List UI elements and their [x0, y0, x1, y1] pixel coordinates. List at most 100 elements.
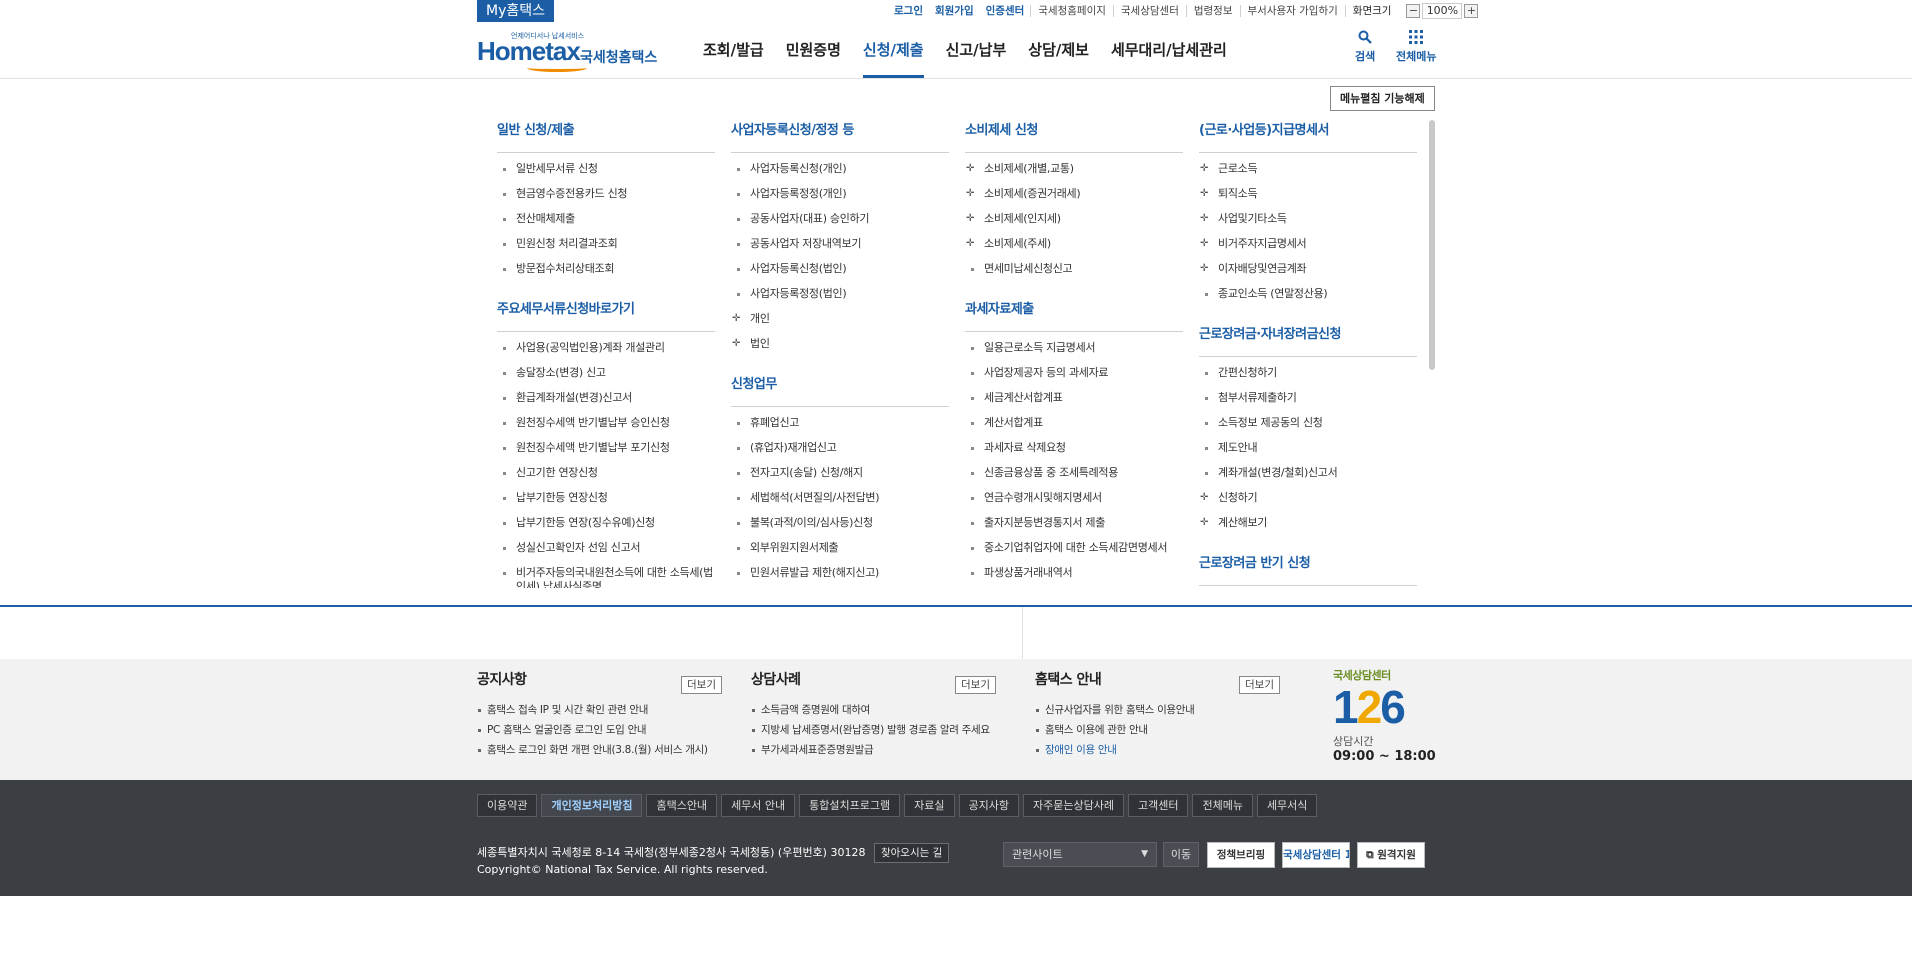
consult-case-item[interactable]: 부가세과세표준증명원발급: [751, 740, 996, 760]
menu-item[interactable]: 원천징수세액 반기별납부 승인신청: [497, 414, 715, 439]
menu-item[interactable]: 외부위원지원서제출: [731, 539, 949, 564]
call-center-banner[interactable]: 국세상담센터 126 상담시간 09:00 ~ 18:00: [1333, 667, 1443, 777]
footer-link-terms[interactable]: 이용약관: [477, 794, 538, 817]
menu-item[interactable]: 면세미납세신청신고: [965, 260, 1183, 285]
menu-section-title[interactable]: 과세자료제출: [965, 299, 1183, 332]
footer-link-privacy[interactable]: 개인정보처리방침: [541, 794, 643, 817]
law-info-link[interactable]: 법령정보: [1185, 5, 1240, 17]
menu-section-title[interactable]: 사업자등록신청/정정 등: [731, 120, 949, 153]
menu-item[interactable]: (휴업자)재개업신고: [731, 439, 949, 464]
search-button[interactable]: 검색: [1355, 30, 1375, 64]
menu-expand-item[interactable]: 소비제세(개별,교통): [965, 160, 1183, 185]
related-site-select[interactable]: 관련사이트 ▼: [1003, 842, 1157, 867]
mega-menu-scroll-area[interactable]: 일반 신청/제출 일반세무서류 신청 현금영수증전용카드 신청 전산매체제출 민…: [477, 120, 1438, 588]
menu-item[interactable]: 계좌개설(변경/철회)신고서: [1199, 464, 1417, 489]
notice-more-button[interactable]: 더보기: [681, 676, 722, 694]
menu-expand-item[interactable]: 법인: [731, 335, 949, 360]
menu-item[interactable]: 송달장소(변경) 신고: [497, 364, 715, 389]
footer-link-installer[interactable]: 통합설치프로그램: [799, 794, 901, 817]
menu-expand-item[interactable]: 이자배당및연금계좌: [1199, 260, 1417, 285]
menu-item[interactable]: 현금영수증전용카드 신청: [497, 185, 715, 210]
menu-item[interactable]: 세금계산서합계표: [965, 389, 1183, 414]
menu-expand-item[interactable]: 비거주자지급명세서: [1199, 235, 1417, 260]
menu-expand-item[interactable]: 사업및기타소득: [1199, 210, 1417, 235]
menu-item[interactable]: 신종금융상품 중 조세특례적용: [965, 464, 1183, 489]
hometax-guide-item[interactable]: 홈택스 이용에 관한 안내: [1035, 720, 1280, 740]
menu-expand-item[interactable]: 소비제세(주세): [965, 235, 1183, 260]
menu-section-title[interactable]: 소비제세 신청: [965, 120, 1183, 153]
nav-apply-submit[interactable]: 신청/제출: [852, 22, 935, 78]
menu-item[interactable]: 전산매체제출: [497, 210, 715, 235]
menu-item[interactable]: 방문접수처리상태조회: [497, 260, 715, 285]
menu-item[interactable]: 출자지분등변경통지서 제출: [965, 514, 1183, 539]
menu-item[interactable]: 사업자등록정정(개인): [731, 185, 949, 210]
remote-support-banner[interactable]: ⧉ 원격지원: [1357, 842, 1425, 868]
menu-item[interactable]: 전자고지(송달) 신청/해지: [731, 464, 949, 489]
nts-home-link[interactable]: 국세청홈페이지: [1030, 5, 1113, 17]
signup-link[interactable]: 회원가입: [929, 5, 980, 17]
cert-center-link[interactable]: 인증센터: [980, 5, 1031, 17]
menu-section-title[interactable]: 일반 신청/제출: [497, 120, 715, 153]
consult-case-item[interactable]: 소득금액 증명원에 대하여: [751, 700, 996, 720]
menu-section-title[interactable]: 근로장려금 반기 신청: [1199, 553, 1417, 586]
menu-item[interactable]: 공동사업자 저장내역보기: [731, 235, 949, 260]
footer-link-notices[interactable]: 공지사항: [958, 794, 1019, 817]
menu-item[interactable]: 휴폐업신고: [731, 414, 949, 439]
menu-item[interactable]: 사업자등록신청(개인): [731, 160, 949, 185]
menu-item[interactable]: 간편신청하기: [1199, 364, 1417, 389]
menu-item[interactable]: 비거주자등의국내원천소득에 대한 소득세(법인세) 납세사실증명: [497, 564, 715, 588]
menu-item[interactable]: 불복(과적/이의/심사등)신청: [731, 514, 949, 539]
policy-briefing-banner[interactable]: 정책브리핑: [1207, 842, 1275, 868]
menu-item[interactable]: 사업자등록정정(법인): [731, 285, 949, 310]
menu-item[interactable]: 사업용(공익법인용)계좌 개설관리: [497, 339, 715, 364]
scrollbar-thumb[interactable]: [1429, 120, 1435, 370]
menu-section-title[interactable]: 주요세무서류신청바로가기: [497, 299, 715, 332]
menu-item[interactable]: 종교인소득 (연말정산용): [1199, 285, 1417, 310]
menu-item[interactable]: 일용근로소득 지급명세서: [965, 339, 1183, 364]
menu-section-title[interactable]: 근로장려금·자녀장려금신청: [1199, 324, 1417, 357]
consult-case-more-button[interactable]: 더보기: [955, 676, 996, 694]
menu-expand-item[interactable]: 신청하기: [1199, 489, 1417, 514]
menu-item[interactable]: 성실신고확인자 선임 신고서: [497, 539, 715, 564]
menu-expand-item[interactable]: 소비제세(증권거래세): [965, 185, 1183, 210]
footer-link-customer-center[interactable]: 고객센터: [1127, 794, 1189, 817]
nav-report-pay[interactable]: 신고/납부: [935, 22, 1018, 78]
menu-item[interactable]: 과세자료 삭제요청: [965, 439, 1183, 464]
menu-item[interactable]: 공동사업자(대표) 승인하기: [731, 210, 949, 235]
menu-item[interactable]: 민원신청 처리결과조회: [497, 235, 715, 260]
hometax-guide-item[interactable]: 신규사업자를 위한 홈택스 이용안내: [1035, 700, 1280, 720]
login-link[interactable]: 로그인: [888, 5, 929, 17]
footer-link-hometax-guide[interactable]: 홈택스안내: [646, 794, 718, 817]
related-site-go-button[interactable]: 이동: [1163, 842, 1199, 867]
footer-link-faq[interactable]: 자주묻는상담사례: [1023, 794, 1124, 817]
menu-item[interactable]: 일반세무서류 신청: [497, 160, 715, 185]
menu-item[interactable]: 중소기업취업자에 대한 소득세감면명세서: [965, 539, 1183, 564]
menu-section-title[interactable]: (근로·사업등)지급명세서: [1199, 120, 1417, 153]
menu-expand-item[interactable]: 퇴직소득: [1199, 185, 1417, 210]
notice-item[interactable]: 홈택스 로그인 화면 개편 안내(3.8.(월) 서비스 개시): [477, 740, 722, 760]
menu-item[interactable]: 신고기한 연장신청: [497, 464, 715, 489]
menu-item[interactable]: 첨부서류제출하기: [1199, 389, 1417, 414]
hometax-guide-item[interactable]: 장애인 이용 안내: [1035, 740, 1280, 760]
menu-item[interactable]: 원천징수세액 반기별납부 포기신청: [497, 439, 715, 464]
nav-inquiry[interactable]: 조회/발급: [692, 22, 775, 78]
consult-case-item[interactable]: 지방세 납세증명서(완납증명) 발행 경로좀 알려 주세요: [751, 720, 996, 740]
all-menu-button[interactable]: 전체메뉴: [1396, 30, 1436, 64]
menu-item[interactable]: 민원서류발급 제한(해지신고): [731, 564, 949, 588]
menu-expand-item[interactable]: 근로소득: [1199, 160, 1417, 185]
call-center-126-banner[interactable]: 국세상담센터 126: [1282, 842, 1350, 868]
menu-expand-item[interactable]: 개인: [731, 310, 949, 335]
footer-link-library[interactable]: 자료실: [904, 794, 955, 817]
menu-item[interactable]: 제도안내: [1199, 439, 1417, 464]
mega-menu-scrollbar[interactable]: [1427, 118, 1437, 588]
menu-expand-toggle-button[interactable]: 메뉴펼침 기능해제: [1330, 86, 1435, 111]
menu-item[interactable]: 납부기한등 연장신청: [497, 489, 715, 514]
menu-item[interactable]: 사업장제공자 등의 과세자료: [965, 364, 1183, 389]
menu-item[interactable]: 사업자등록신청(법인): [731, 260, 949, 285]
menu-item[interactable]: 소득정보 제공동의 신청: [1199, 414, 1417, 439]
hometax-guide-more-button[interactable]: 더보기: [1239, 676, 1280, 694]
notice-item[interactable]: PC 홈택스 얼굴인증 로그인 도입 안내: [477, 720, 722, 740]
menu-item[interactable]: 환급계좌개설(변경)신고서: [497, 389, 715, 414]
nav-consult-report[interactable]: 상담/제보: [1017, 22, 1100, 78]
dept-user-signup-link[interactable]: 부서사용자 가입하기: [1239, 5, 1345, 17]
